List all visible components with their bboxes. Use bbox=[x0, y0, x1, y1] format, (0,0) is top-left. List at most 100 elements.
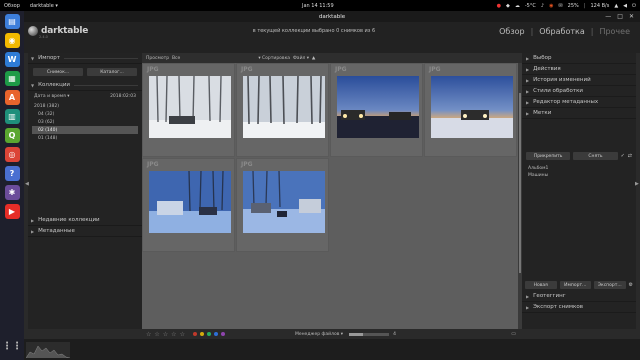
impress-icon[interactable]: ▥ bbox=[4, 109, 20, 124]
color-labels[interactable] bbox=[192, 332, 225, 336]
clock[interactable]: Jan 14 11:59 bbox=[302, 3, 334, 9]
darktable-window: darktable — □ ✕ darktable 2.4.0 в текуще… bbox=[24, 11, 640, 360]
close-icon[interactable]: ✕ bbox=[629, 13, 634, 20]
thumbnail[interactable]: JPG bbox=[330, 63, 423, 157]
collection-item[interactable]: 01 (148) bbox=[32, 134, 138, 142]
toggle-icon[interactable]: ⇄ bbox=[628, 153, 632, 159]
system-tray[interactable]: ● ◆ ☁ -5°C ♪ ◉ ✉ 25% | 124 B/s ▲ ◀ ⏻ bbox=[497, 3, 636, 9]
layout-selector[interactable]: Менеджер файлов ▾ bbox=[295, 332, 343, 337]
zoom-slider[interactable] bbox=[349, 332, 390, 336]
thumbnail-image[interactable] bbox=[243, 171, 325, 233]
right-section-header[interactable]: ▶ История изменений bbox=[522, 75, 636, 86]
new-tag-button[interactable]: Новая bbox=[525, 281, 557, 289]
star-icon[interactable]: ☆ bbox=[171, 331, 176, 338]
thumbnail-image[interactable] bbox=[243, 76, 325, 138]
right-section-header[interactable]: ▶ Редактор метаданных bbox=[522, 97, 636, 108]
tag-list: Альбом1 Машины bbox=[522, 163, 636, 181]
thumbnail[interactable]: JPG bbox=[236, 63, 329, 157]
fullscreen-icon[interactable]: ▭ bbox=[511, 331, 516, 337]
collection-tree: 2018 (382) 04 (32) 03 (62) 02 (140) 01 (148) bbox=[28, 102, 142, 142]
right-section-header[interactable]: ▶ Выбор bbox=[522, 53, 636, 64]
detach-tag-button[interactable]: Снять bbox=[573, 152, 618, 160]
color-label-dot[interactable] bbox=[199, 332, 204, 336]
thumbnail-image[interactable] bbox=[431, 76, 513, 138]
software-icon[interactable]: A bbox=[4, 90, 20, 105]
files-icon[interactable]: ▤ bbox=[4, 14, 20, 29]
settings-icon[interactable]: ⚙ bbox=[629, 282, 633, 288]
collection-filter-field[interactable]: Дата и время ▾ bbox=[34, 94, 70, 99]
right-section-header[interactable]: ▶ Геотеггинг bbox=[522, 291, 636, 302]
sort-filter[interactable]: ▾ Сортировка Файл ▾ ▲ bbox=[258, 56, 315, 61]
thumbnail[interactable]: JPG bbox=[142, 158, 235, 252]
tag-item[interactable]: Машины bbox=[528, 172, 630, 179]
color-label-dot[interactable] bbox=[206, 332, 211, 336]
section-label: Действия bbox=[533, 66, 561, 72]
right-section-header[interactable]: ▶ Действия bbox=[522, 64, 636, 75]
tag-item[interactable]: Альбом1 bbox=[528, 165, 630, 172]
thumbnail[interactable]: JPG bbox=[236, 158, 329, 252]
darktable-icon[interactable]: ✱ bbox=[4, 185, 20, 200]
color-label-dot[interactable] bbox=[220, 332, 225, 336]
left-panel-toggle-icon[interactable]: ◀ bbox=[25, 181, 29, 187]
writer-icon[interactable]: W bbox=[4, 52, 20, 67]
import-image-button[interactable]: Снимок... bbox=[33, 68, 83, 76]
right-panel-toggle-icon[interactable]: ▶ bbox=[635, 181, 639, 187]
right-section-header[interactable]: ▶ Стили обработки bbox=[522, 86, 636, 97]
star-rating[interactable]: ☆ ☆ ☆ ☆ ☆ bbox=[146, 331, 185, 338]
color-label-dot[interactable] bbox=[213, 332, 218, 336]
record-icon: ● bbox=[496, 2, 502, 9]
minimize-icon[interactable]: — bbox=[605, 13, 611, 20]
view-filter[interactable]: Просмотр Все bbox=[146, 56, 180, 61]
star-icon[interactable]: ☆ bbox=[146, 331, 151, 338]
system-top-bar: Обзор darktable ▾ Jan 14 11:59 ● ◆ ☁ -5°… bbox=[0, 0, 640, 11]
chrome-icon[interactable]: ◎ bbox=[4, 147, 20, 162]
star-icon[interactable]: ☆ bbox=[180, 331, 185, 338]
window-titlebar[interactable]: darktable — □ ✕ bbox=[24, 11, 640, 22]
view-darkroom[interactable]: Обработка bbox=[539, 27, 584, 36]
youtube-icon[interactable]: ▶ bbox=[4, 204, 20, 219]
maximize-icon[interactable]: □ bbox=[617, 13, 623, 20]
thumbnail[interactable]: JPG bbox=[142, 63, 235, 157]
activities-button[interactable]: Обзор bbox=[4, 3, 20, 9]
view-lighttable[interactable]: Обзор bbox=[499, 27, 524, 36]
zoom-value[interactable]: 4 bbox=[393, 332, 396, 337]
thumbnail-image[interactable] bbox=[149, 76, 231, 138]
color-label-dot[interactable] bbox=[192, 332, 197, 336]
thumbnail-image[interactable] bbox=[149, 171, 231, 233]
bell-icon: ♪ bbox=[540, 2, 545, 9]
attach-tag-button[interactable]: Прикрепить bbox=[526, 152, 571, 160]
collection-item[interactable]: 04 (32) bbox=[32, 110, 138, 118]
collections-section-header[interactable]: ▼ Коллекции bbox=[28, 80, 142, 91]
recent-collections-header[interactable]: ▶ Недавние коллекции bbox=[28, 215, 142, 226]
histogram-icon bbox=[25, 345, 71, 359]
help-icon[interactable]: ? bbox=[4, 166, 20, 181]
view-other[interactable]: Прочее bbox=[599, 27, 630, 36]
metadata-section-header[interactable]: ▶ Метаданные bbox=[28, 226, 142, 237]
app-menu-button[interactable]: darktable ▾ bbox=[30, 3, 58, 9]
collection-item[interactable]: 2018 (382) bbox=[32, 102, 138, 110]
left-panel: ▼ Импорт Снимок... Каталог... ▼ Коллекци… bbox=[28, 53, 142, 329]
collapse-arrow-icon: ▼ bbox=[31, 55, 35, 61]
check-icon[interactable]: ✓ bbox=[621, 153, 625, 159]
app-grid-icon[interactable]: ⋮⋮ bbox=[2, 339, 22, 354]
right-section-header[interactable]: ▶ Экспорт снимков bbox=[522, 302, 636, 313]
import-tags-button[interactable]: Импорт... bbox=[559, 281, 591, 289]
qgis-icon[interactable]: Q bbox=[4, 128, 20, 143]
import-section-header[interactable]: ▼ Импорт bbox=[28, 53, 142, 64]
star-icon[interactable]: ☆ bbox=[154, 331, 159, 338]
star-icon[interactable]: ☆ bbox=[163, 331, 168, 338]
calc-icon[interactable]: ▦ bbox=[4, 71, 20, 86]
thumbnail-image[interactable] bbox=[337, 76, 419, 138]
section-label: Стили обработки bbox=[533, 88, 584, 94]
collection-item[interactable]: 02 (140) bbox=[32, 126, 138, 134]
right-section-header[interactable]: ▶ Метки bbox=[522, 108, 636, 119]
section-label: Метки bbox=[533, 110, 552, 116]
rhythmbox-icon[interactable]: ◉ bbox=[4, 33, 20, 48]
expand-arrow-icon: ▶ bbox=[526, 110, 530, 116]
import-folder-button[interactable]: Каталог... bbox=[87, 68, 137, 76]
export-tags-button[interactable]: Экспорт... bbox=[594, 281, 626, 289]
collection-filter-value[interactable]: 2018:02:03 bbox=[110, 94, 136, 99]
collection-item[interactable]: 03 (62) bbox=[32, 118, 138, 126]
thumbnail-format-label: JPG bbox=[241, 66, 253, 73]
thumbnail[interactable]: JPG bbox=[424, 63, 517, 157]
